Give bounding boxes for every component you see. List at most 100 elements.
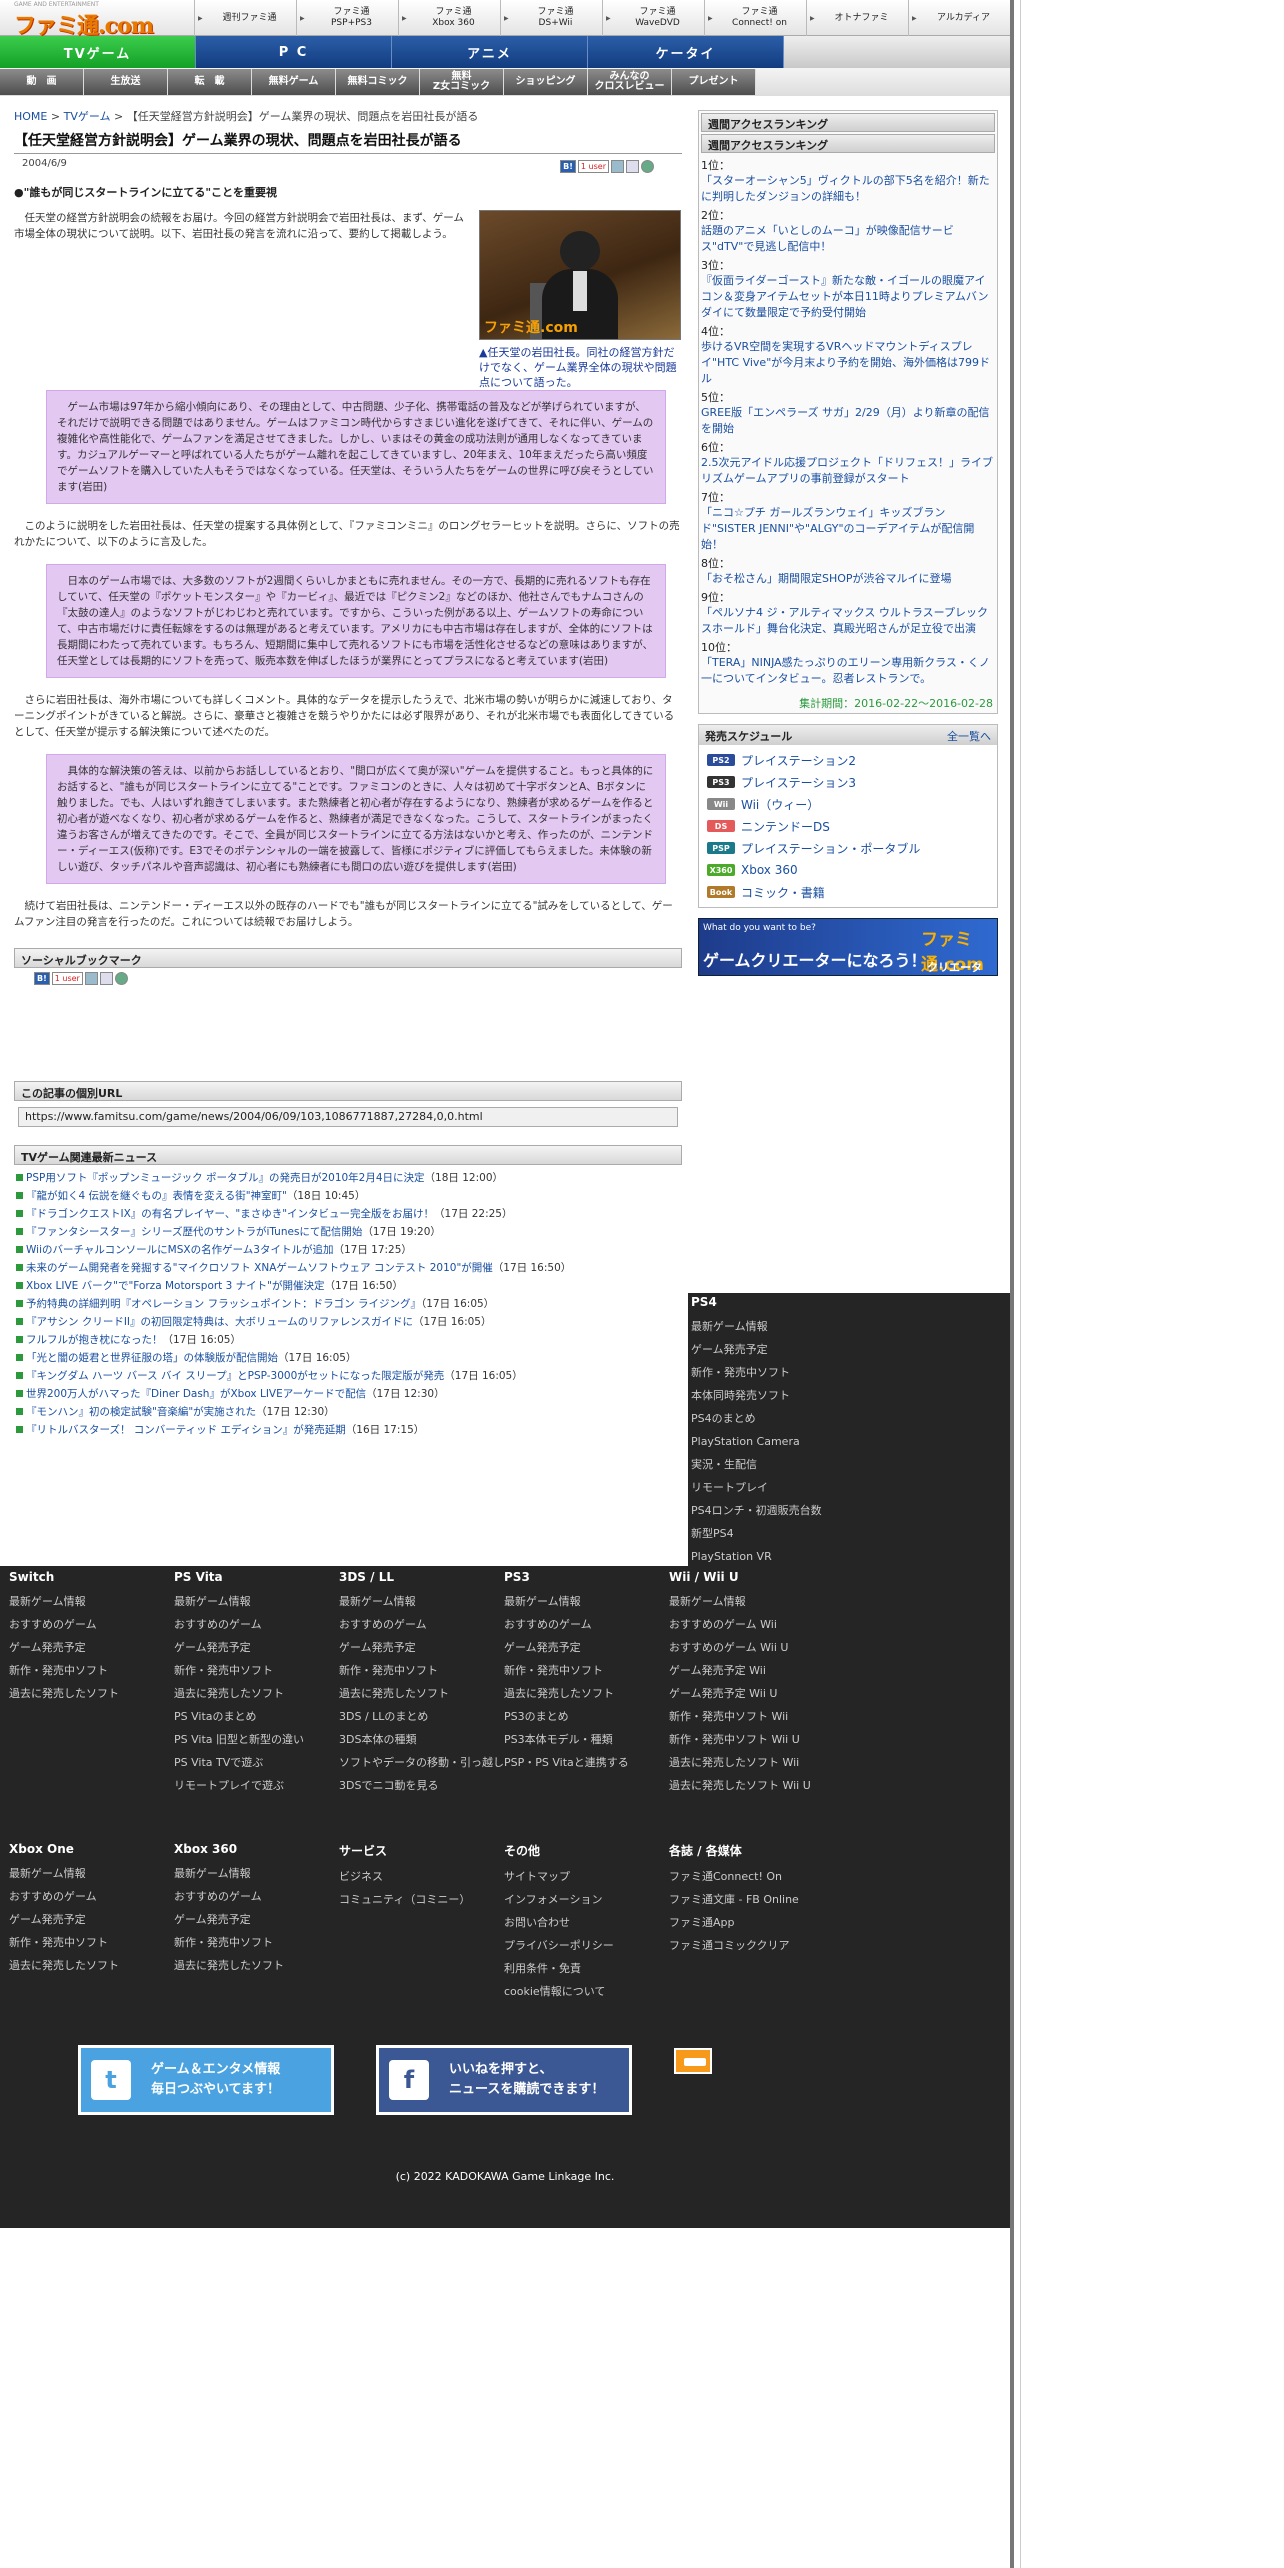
footer-link[interactable]: 3DS / LLのまとめ xyxy=(339,1705,504,1728)
footer-link[interactable]: 本体同時発売ソフト xyxy=(691,1384,1010,1407)
footer-link[interactable]: リモートプレイで遊ぶ xyxy=(174,1774,339,1797)
footer-link[interactable]: 利用条件・免責 xyxy=(504,1957,669,1980)
footer-link[interactable]: リモートプレイ xyxy=(691,1476,1010,1499)
game-creator-banner[interactable]: What do you want to be? ファミ通.com ゲームクリエー… xyxy=(698,918,998,976)
news-link[interactable]: 『キングダム ハーツ バース バイ スリープ』とPSP-3000がセットになった… xyxy=(26,1370,444,1382)
news-link[interactable]: PSP用ソフト『ポップンミュージック ポータブル』の発売日が2010年2月4日に… xyxy=(26,1172,425,1184)
subnav-item[interactable]: 動 画 xyxy=(0,69,84,95)
footer-link[interactable]: ファミ通コミッククリア xyxy=(669,1934,834,1957)
ranking-link[interactable]: 「おそ松さん」期間限定SHOPが渋谷マルイに登場 xyxy=(701,571,995,587)
news-link[interactable]: 『龍が如く4 伝説を継ぐもの』表情を変える街"神室町" xyxy=(26,1190,287,1202)
tab-keitai[interactable]: ケータイ xyxy=(588,36,784,68)
ranking-link[interactable]: 「ペルソナ4 ジ・アルティマックス ウルトラスープレックスホールド」舞台化決定、… xyxy=(701,605,995,637)
news-link[interactable]: フルフルが抱き枕になった！ xyxy=(26,1334,163,1346)
news-link[interactable]: 予約特典の詳細判明『オペレーション フラッシュポイント：ドラゴン ライジング』 xyxy=(26,1298,421,1310)
news-link[interactable]: WiiのバーチャルコンソールにMSXの名作ゲーム3タイトルが追加 xyxy=(26,1244,333,1256)
footer-link[interactable]: 3DSでニコ動を見る xyxy=(339,1774,504,1797)
share-icon[interactable] xyxy=(114,972,128,985)
footer-link[interactable]: 新作・発売中ソフト xyxy=(339,1659,504,1682)
footer-link[interactable]: おすすめのゲーム xyxy=(339,1613,504,1636)
twitter-follow-button[interactable]: t ゲーム＆エンタメ情報 毎日つぶやいてます！ xyxy=(78,2045,334,2115)
footer-link[interactable]: おすすめのゲーム Wii xyxy=(669,1613,834,1636)
topnav-item[interactable]: アルカディア xyxy=(908,0,1010,36)
schedule-link[interactable]: プレイステーション・ポータブル xyxy=(741,840,920,857)
footer-link[interactable]: 過去に発売したソフト xyxy=(174,1682,339,1705)
topnav-item[interactable]: ファミ通 WaveDVD xyxy=(602,0,704,36)
ranking-link[interactable]: 「ニコ☆プチ ガールズランウェイ」キッズブランド"SISTER JENNI"や"… xyxy=(701,505,995,553)
footer-link[interactable]: 新作・発売中ソフト xyxy=(174,1931,339,1954)
footer-link[interactable]: インフォメーション xyxy=(504,1888,669,1911)
footer-link[interactable]: 最新ゲーム情報 xyxy=(9,1590,174,1613)
hatena-bookmark-icon[interactable]: B! xyxy=(34,972,50,985)
subnav-item[interactable]: 生放送 xyxy=(84,69,168,95)
hatena-user-count[interactable]: 1 user xyxy=(577,159,609,173)
subnav-item[interactable]: プレゼント xyxy=(672,69,756,95)
schedule-link[interactable]: コミック・書籍 xyxy=(741,884,825,901)
breadcrumb-home[interactable]: HOME xyxy=(14,110,47,123)
ranking-link[interactable]: 『仮面ライダーゴースト』新たな敵・イゴールの眼魔アイコン＆変身アイテムセットが本… xyxy=(701,273,995,321)
footer-link[interactable]: PSP・PS Vitaと連携する xyxy=(504,1751,669,1774)
news-link[interactable]: 「光と闇の姫君と世界征服の塔」の体験版が配信開始 xyxy=(26,1352,278,1364)
footer-link[interactable]: おすすめのゲーム Wii U xyxy=(669,1636,834,1659)
footer-link[interactable]: 最新ゲーム情報 xyxy=(669,1590,834,1613)
footer-link[interactable]: cookie情報について xyxy=(504,1980,669,2003)
footer-link[interactable]: 新作・発売中ソフト xyxy=(174,1659,339,1682)
footer-link[interactable]: ビジネス xyxy=(339,1865,504,1888)
news-link[interactable]: 世界200万人がハマった『Diner Dash』がXbox LIVEアーケードで… xyxy=(26,1388,366,1400)
topnav-item[interactable]: オトナファミ xyxy=(806,0,908,36)
site-logo[interactable]: GAME AND ENTERTAINMENT ファミ通.com xyxy=(0,0,194,39)
footer-link[interactable]: おすすめのゲーム xyxy=(174,1885,339,1908)
footer-link[interactable]: 過去に発売したソフト xyxy=(9,1954,174,1977)
footer-link[interactable]: 最新ゲーム情報 xyxy=(174,1862,339,1885)
footer-link[interactable]: おすすめのゲーム xyxy=(504,1613,669,1636)
footer-link[interactable]: PS3のまとめ xyxy=(504,1705,669,1728)
footer-link[interactable]: 最新ゲーム情報 xyxy=(174,1590,339,1613)
topnav-item[interactable]: ファミ通 Xbox 360 xyxy=(398,0,500,36)
topnav-item[interactable]: ファミ通 DS+Wii xyxy=(500,0,602,36)
footer-link[interactable]: PS Vitaのまとめ xyxy=(174,1705,339,1728)
footer-link[interactable]: 最新ゲーム情報 xyxy=(504,1590,669,1613)
footer-link[interactable]: 最新ゲーム情報 xyxy=(691,1315,1010,1338)
footer-link[interactable]: PS Vita 旧型と新型の違い xyxy=(174,1728,339,1751)
footer-link[interactable]: お問い合わせ xyxy=(504,1911,669,1934)
subnav-item[interactable]: 無料 Z女コミック xyxy=(420,69,504,95)
ranking-link[interactable]: 「TERA」NINJA感たっぷりのエリーン専用新クラス・くノ一についてインタビュ… xyxy=(701,655,995,687)
breadcrumb-category[interactable]: TVゲーム xyxy=(64,110,111,123)
footer-link[interactable]: 最新ゲーム情報 xyxy=(9,1862,174,1885)
edit-icon[interactable] xyxy=(84,972,98,985)
schedule-link[interactable]: プレイステーション2 xyxy=(741,752,856,769)
news-link[interactable]: 『モンハン』初の検定試験"音楽編"が実施された xyxy=(26,1406,256,1418)
footer-link[interactable]: ゲーム発売予定 Wii xyxy=(669,1659,834,1682)
footer-link[interactable]: ファミ通Connect! On xyxy=(669,1865,834,1888)
tab-anime[interactable]: アニメ xyxy=(392,36,588,68)
footer-link[interactable]: 新作・発売中ソフト Wii xyxy=(669,1705,834,1728)
footer-link[interactable]: おすすめのゲーム xyxy=(9,1613,174,1636)
footer-link[interactable]: ゲーム発売予定 xyxy=(174,1636,339,1659)
footer-link[interactable]: 過去に発売したソフト xyxy=(504,1682,669,1705)
schedule-link[interactable]: ニンテンドーDS xyxy=(741,818,830,835)
tab-tvgame[interactable]: TVゲーム xyxy=(0,36,196,68)
topnav-item[interactable]: ファミ通 PSP+PS3 xyxy=(296,0,398,36)
footer-link[interactable]: 過去に発売したソフト xyxy=(174,1954,339,1977)
footer-link[interactable]: ファミ通App xyxy=(669,1911,834,1934)
footer-link[interactable]: サイトマップ xyxy=(504,1865,669,1888)
topnav-item[interactable]: ファミ通 Connect! on xyxy=(704,0,806,36)
edit-icon[interactable] xyxy=(611,159,624,173)
news-link[interactable]: Xbox LIVE バーク"で"Forza Motorsport 3 ナイト"が… xyxy=(26,1280,324,1292)
footer-link[interactable]: プライバシーポリシー xyxy=(504,1934,669,1957)
schedule-link[interactable]: Wii（ウィー） xyxy=(741,796,819,813)
footer-link[interactable]: 実況・生配信 xyxy=(691,1453,1010,1476)
footer-link[interactable]: 3DS本体の種類 xyxy=(339,1728,504,1751)
subnav-item[interactable]: 無料ゲーム xyxy=(252,69,336,95)
footer-link[interactable]: 過去に発売したソフト xyxy=(339,1682,504,1705)
footer-link[interactable]: 最新ゲーム情報 xyxy=(339,1590,504,1613)
footer-link[interactable]: ゲーム発売予定 xyxy=(9,1908,174,1931)
news-link[interactable]: 『ファンタシースター』シリーズ歴代のサントラがiTunesにて配信開始 xyxy=(26,1226,362,1238)
hatena-bookmark-icon[interactable]: B! xyxy=(560,159,576,173)
schedule-all-link[interactable]: 全一覧へ xyxy=(947,728,991,743)
share-icon[interactable] xyxy=(641,159,654,173)
footer-link[interactable]: おすすめのゲーム xyxy=(9,1885,174,1908)
news-link[interactable]: 『ドラゴンクエストIX』の有名プレイヤー、"まさゆき"インタビュー完全版をお届け… xyxy=(26,1208,434,1220)
subnav-item[interactable]: みんなの クロスレビュー xyxy=(588,69,672,95)
footer-link[interactable]: PlayStation VR xyxy=(691,1545,1010,1568)
